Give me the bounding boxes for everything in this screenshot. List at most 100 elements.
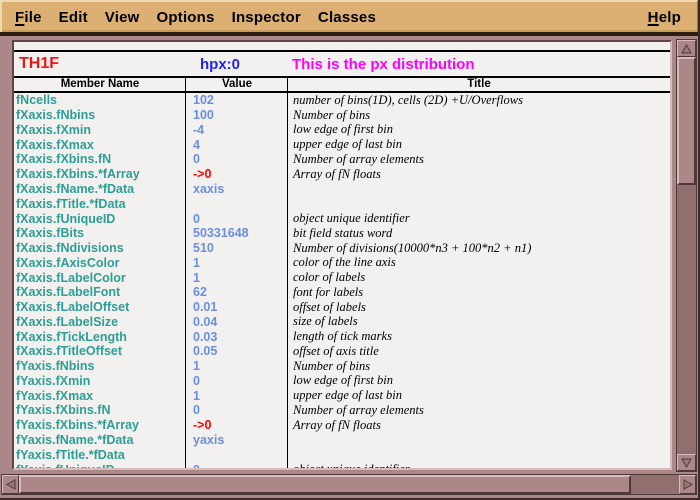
member-row[interactable]: fXaxis.fXbins.fN0Number of array element… [14, 152, 670, 167]
member-value-cell: 102 [186, 93, 288, 107]
member-name-cell: fXaxis.fXmin [14, 123, 186, 137]
member-row[interactable]: fXaxis.fXmin-4low edge of first bin [14, 123, 670, 138]
menu-bar-items: File Edit View Options Inspector Classes [2, 9, 376, 26]
member-value-cell: ->0 [186, 167, 288, 181]
member-row[interactable]: fYaxis.fXmax1upper edge of last bin [14, 388, 670, 403]
member-value-cell: 0 [186, 374, 288, 388]
member-value-cell: 1 [186, 389, 288, 403]
member-title-cell: Number of divisions(10000*n3 + 100*n2 + … [288, 241, 670, 256]
member-name-cell: fXaxis.fTitle.*fData [14, 197, 186, 211]
member-title-cell: length of tick marks [288, 329, 670, 344]
member-row[interactable]: fXaxis.fNdivisions510Number of divisions… [14, 241, 670, 256]
member-value-cell: 0.05 [186, 344, 288, 358]
member-value-cell: 1 [186, 271, 288, 285]
member-row[interactable]: fXaxis.fXmax4upper edge of last bin [14, 137, 670, 152]
menu-view[interactable]: View [105, 9, 140, 26]
horizontal-scrollbar-track[interactable] [19, 475, 679, 494]
member-row[interactable]: fXaxis.fName.*fDataxaxis [14, 182, 670, 197]
member-value-cell: 0 [186, 212, 288, 226]
member-row[interactable]: fXaxis.fBits50331648bit field status wor… [14, 226, 670, 241]
member-row[interactable]: fYaxis.fName.*fDatayaxis [14, 433, 670, 448]
member-value-cell: yaxis [186, 433, 288, 447]
vertical-scrollbar-track[interactable] [677, 57, 696, 454]
member-row[interactable]: fXaxis.fNbins100Number of bins [14, 108, 670, 123]
member-title-cell: Array of fN floats [288, 418, 670, 433]
member-title-cell: color of labels [288, 270, 670, 285]
member-row[interactable]: fXaxis.fTickLength0.03length of tick mar… [14, 329, 670, 344]
menu-inspector[interactable]: Inspector [232, 9, 301, 26]
member-value-cell: 1 [186, 359, 288, 373]
column-header-title: Title [288, 78, 670, 91]
inspector-window: File Edit View Options Inspector Classes Help… [0, 0, 700, 500]
scroll-down-button[interactable] [677, 454, 696, 471]
member-title-cell: Number of bins [288, 108, 670, 123]
member-name-cell: fXaxis.fNbins [14, 108, 186, 122]
column-divider [287, 78, 288, 468]
member-row[interactable]: fXaxis.fLabelColor1color of labels [14, 270, 670, 285]
object-title-label: This is the px distribution [288, 56, 670, 73]
member-row[interactable]: fYaxis.fTitle.*fData [14, 447, 670, 462]
member-row[interactable]: fYaxis.fNbins1Number of bins [14, 359, 670, 374]
member-name-cell: fXaxis.fXbins.*fArray [14, 167, 186, 181]
menu-file[interactable]: File [15, 9, 42, 26]
member-value-cell: 0 [186, 152, 288, 166]
member-title-cell: size of labels [288, 314, 670, 329]
scroll-right-button[interactable] [679, 475, 696, 494]
scroll-right-icon [683, 479, 693, 490]
member-name-cell: fXaxis.fUniqueID [14, 212, 186, 226]
member-row[interactable]: fXaxis.fLabelOffset0.01offset of labels [14, 300, 670, 315]
member-title-cell: upper edge of last bin [288, 137, 670, 152]
member-grid: Member Name Value Title fNcells102number… [14, 78, 670, 468]
column-divider [185, 78, 186, 468]
member-name-cell: fXaxis.fLabelOffset [14, 300, 186, 314]
member-row[interactable]: fXaxis.fTitle.*fData [14, 196, 670, 211]
member-title-cell: font for labels [288, 285, 670, 300]
member-row[interactable]: fYaxis.fXmin0low edge of first bin [14, 374, 670, 389]
menu-bar: File Edit View Options Inspector Classes Help [0, 0, 698, 32]
menu-classes[interactable]: Classes [318, 9, 376, 26]
member-title-cell: object unique identifier [288, 211, 670, 226]
vertical-scrollbar-thumb[interactable] [677, 57, 696, 185]
member-name-cell: fXaxis.fXbins.fN [14, 152, 186, 166]
scroll-up-icon [681, 44, 692, 54]
member-name-cell: fXaxis.fBits [14, 226, 186, 240]
member-title-cell: Number of array elements [288, 152, 670, 167]
member-title-cell: low edge of first bin [288, 373, 670, 388]
member-table: TH1F hpx:0 This is the px distribution M… [14, 50, 670, 468]
member-row[interactable]: fXaxis.fLabelSize0.04size of labels [14, 314, 670, 329]
scroll-left-icon [6, 479, 16, 490]
member-row[interactable]: fXaxis.fLabelFont62font for labels [14, 285, 670, 300]
menu-edit[interactable]: Edit [59, 9, 88, 26]
member-title-cell: Number of bins [288, 359, 670, 374]
horizontal-scrollbar [1, 474, 697, 495]
member-title-cell: number of bins(1D), cells (2D) +U/Overfl… [288, 93, 670, 108]
member-name-cell: fXaxis.fLabelFont [14, 285, 186, 299]
member-row[interactable]: fYaxis.fXbins.*fArray->0Array of fN floa… [14, 418, 670, 433]
member-value-cell: 50331648 [186, 226, 288, 240]
column-header-row: Member Name Value Title [14, 78, 670, 93]
member-row[interactable]: fXaxis.fAxisColor1color of the line axis [14, 255, 670, 270]
member-title-cell: Number of array elements [288, 403, 670, 418]
horizontal-scrollbar-thumb[interactable] [19, 475, 631, 494]
column-header-member-name: Member Name [14, 78, 186, 91]
member-value-cell: -4 [186, 123, 288, 137]
member-title-cell: bit field status word [288, 226, 670, 241]
scroll-up-button[interactable] [677, 40, 696, 57]
member-row[interactable]: fYaxis.fXbins.fN0Number of array element… [14, 403, 670, 418]
member-name-cell: fYaxis.fXbins.fN [14, 403, 186, 417]
member-row[interactable]: fNcells102number of bins(1D), cells (2D)… [14, 93, 670, 108]
member-row[interactable]: fXaxis.fUniqueID0object unique identifie… [14, 211, 670, 226]
menu-help[interactable]: Help [648, 9, 681, 26]
member-name-cell: fXaxis.fTitleOffset [14, 344, 186, 358]
member-row[interactable]: fXaxis.fTitleOffset0.05offset of axis ti… [14, 344, 670, 359]
member-name-cell: fYaxis.fNbins [14, 359, 186, 373]
member-row[interactable]: fXaxis.fXbins.*fArray->0Array of fN floa… [14, 167, 670, 182]
object-header-band: TH1F hpx:0 This is the px distribution [14, 52, 670, 78]
menu-separator [0, 32, 698, 36]
member-name-cell: fXaxis.fTickLength [14, 330, 186, 344]
menu-options[interactable]: Options [157, 9, 215, 26]
scroll-left-button[interactable] [2, 475, 19, 494]
inspector-panel: TH1F hpx:0 This is the px distribution M… [12, 40, 672, 470]
member-value-cell: 100 [186, 108, 288, 122]
member-row[interactable]: fYaxis.fUniqueID0object unique identifie… [14, 462, 670, 468]
